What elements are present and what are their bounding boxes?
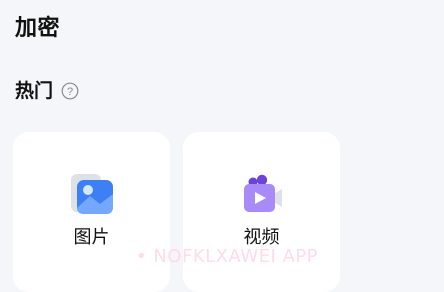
section-header: 热门 ?: [15, 78, 79, 104]
video-icon: [239, 172, 285, 218]
card-images[interactable]: 图片: [13, 132, 170, 292]
svg-text:?: ?: [67, 86, 73, 98]
card-videos[interactable]: 视频: [183, 132, 340, 292]
help-circle-icon[interactable]: ?: [61, 82, 79, 100]
image-icon: [69, 172, 115, 218]
card-label: 图片: [73, 227, 110, 248]
section-title: 热门: [15, 80, 54, 102]
card-label: 视频: [243, 227, 280, 248]
page-title: 加密: [15, 16, 61, 41]
